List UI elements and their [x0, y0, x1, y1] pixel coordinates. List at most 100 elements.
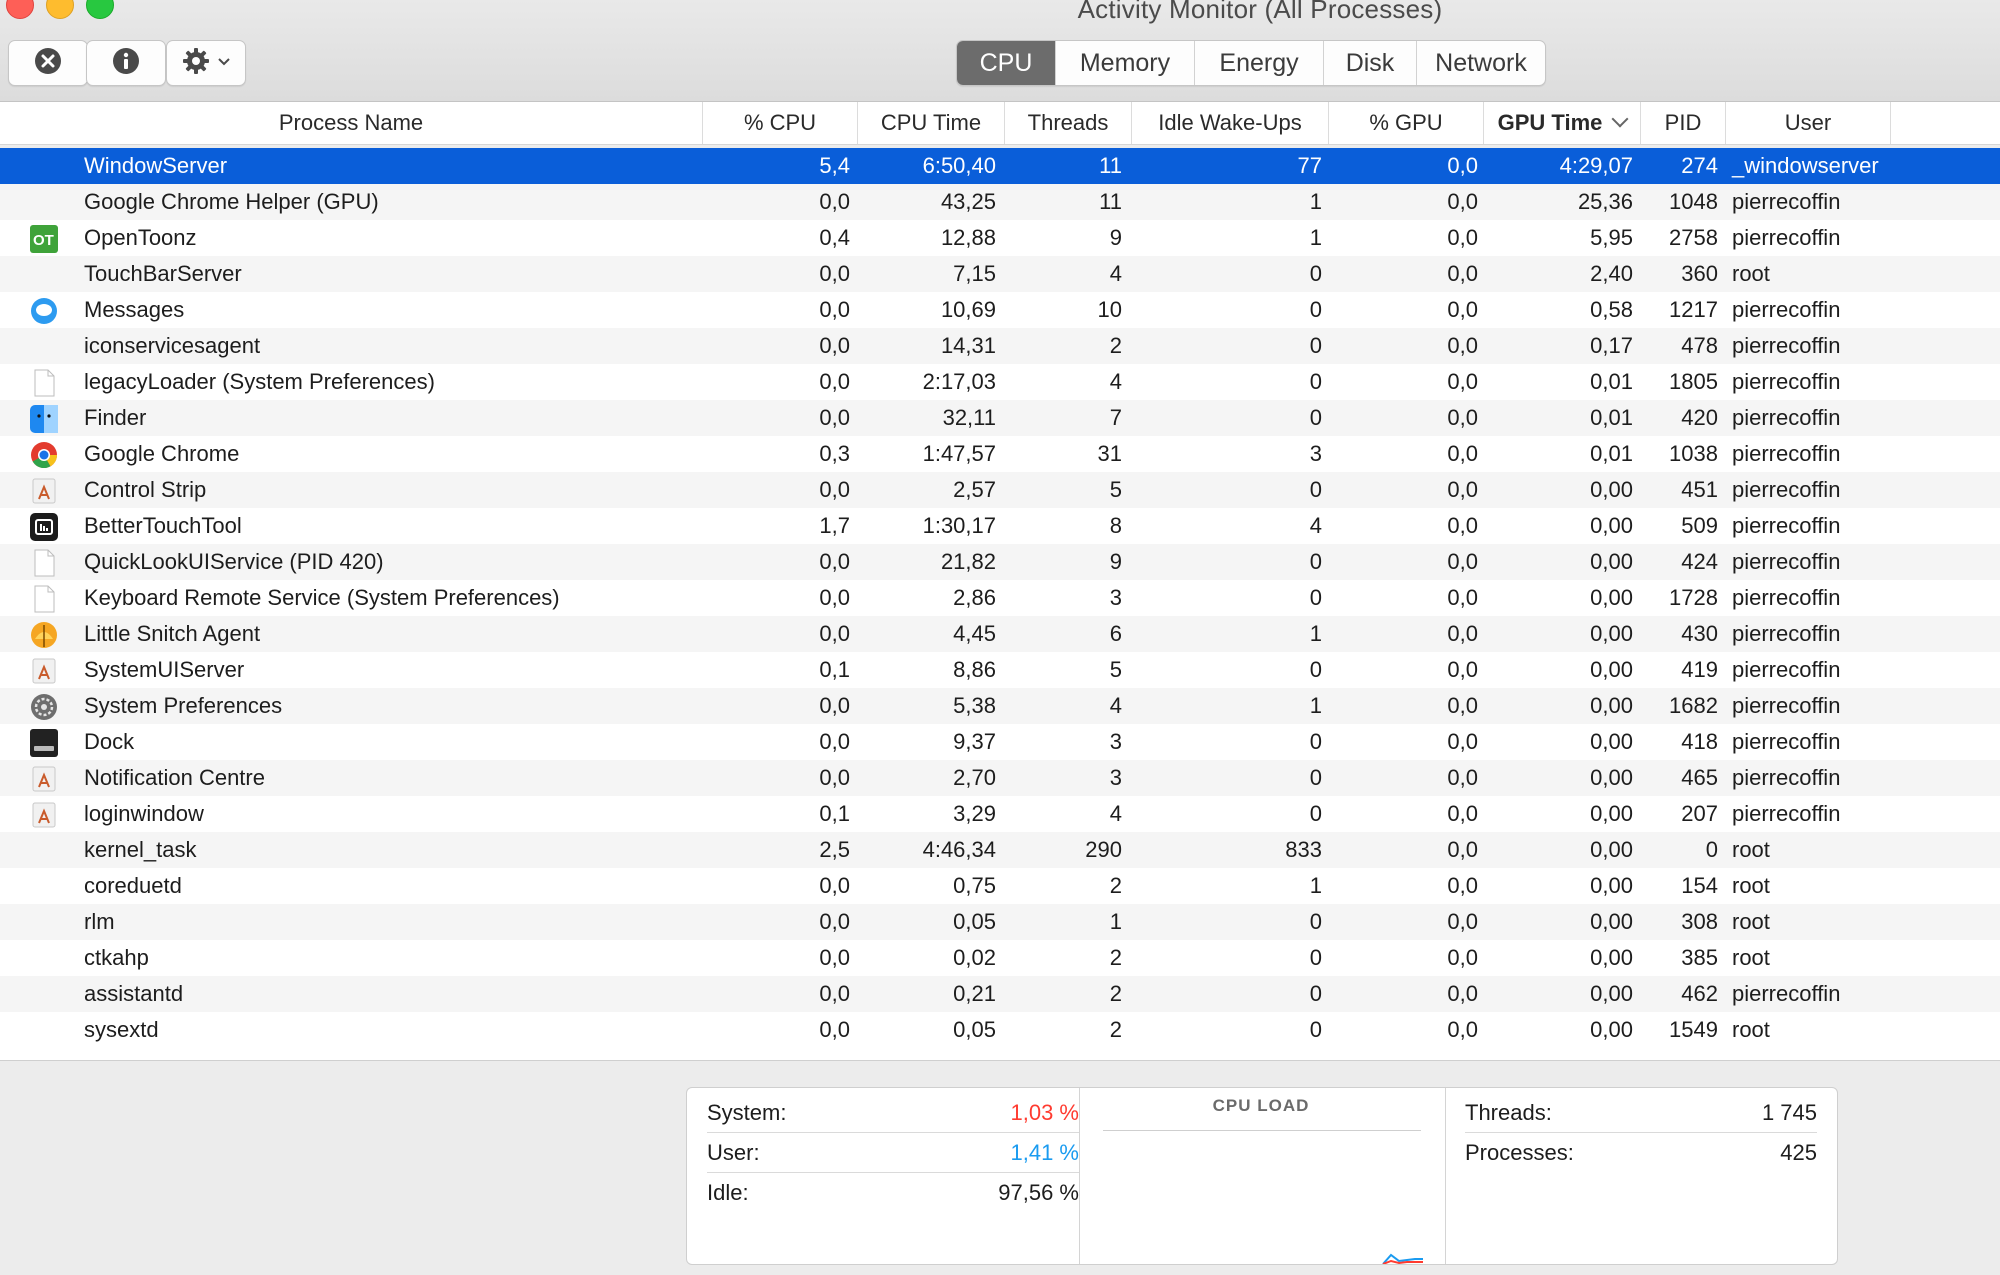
table-row[interactable]: Finder 0,0 32,11 7 0 0,0 0,01 420 pierrecoffin [0, 400, 2000, 436]
system-stat: System: 1,03 % [707, 1094, 1079, 1133]
table-row[interactable]: SystemUIServer 0,1 8,86 5 0 0,0 0,00 419 pierrec… [0, 652, 2000, 688]
app-icon [30, 801, 58, 829]
table-row[interactable]: Messages 0,0 10,69 10 0 0,0 0,58 1217 pierrecoff… [0, 292, 2000, 328]
table-row[interactable]: rlm 0,0 0,05 1 0 0,0 0,00 308 root [0, 904, 2000, 940]
cpu-time-cell: 43,25 [940, 189, 996, 214]
table-row[interactable]: sysextd 0,0 0,05 2 0 0,0 0,00 1549 root [0, 1012, 2000, 1048]
cpu-time-cell: 2,57 [953, 477, 996, 502]
action-menu-button[interactable] [166, 40, 246, 86]
table-row[interactable]: OT OpenToonz 0,4 12,88 9 1 0,0 5,95 2758 pierreco… [0, 220, 2000, 256]
table-row[interactable]: iconservicesagent 0,0 14,31 2 0 0,0 0,17 478 pie… [0, 328, 2000, 364]
gpu-time-cell: 0,00 [1590, 549, 1633, 574]
cpu-time-cell: 4,45 [953, 621, 996, 646]
tab-energy[interactable]: Energy [1194, 41, 1323, 85]
gpu-time-cell: 0,00 [1590, 657, 1633, 682]
table-row[interactable]: Little Snitch Agent 0,0 4,45 6 1 0,0 0,00 430 pi… [0, 616, 2000, 652]
table-row[interactable]: loginwindow 0,1 3,29 4 0 0,0 0,00 207 pierrecoff… [0, 796, 2000, 832]
cpu-cell: 0,0 [819, 981, 850, 1006]
tab-disk[interactable]: Disk [1323, 41, 1416, 85]
cpu-cell: 2,5 [819, 837, 850, 862]
user-cell: root [1732, 873, 1770, 898]
pid-cell: 207 [1681, 801, 1718, 826]
cpu-cell: 0,0 [819, 189, 850, 214]
table-row[interactable]: TouchBarServer 0,0 7,15 4 0 0,0 2,40 360 root [0, 256, 2000, 292]
gpu-time-cell: 0,00 [1590, 585, 1633, 610]
pid-cell: 274 [1681, 153, 1718, 178]
column-gpu[interactable]: % GPU [1329, 102, 1484, 144]
threads-cell: 2 [1109, 873, 1122, 898]
column-cpu-time[interactable]: CPU Time [858, 102, 1005, 144]
pid-cell: 478 [1681, 333, 1718, 358]
idle-wakeups-cell: 1 [1309, 693, 1322, 718]
column-threads[interactable]: Threads [1005, 102, 1132, 144]
user-cell: pierrecoffin [1732, 189, 1841, 214]
table-row[interactable]: System Preferences 0,0 5,38 4 1 0,0 0,00 1682 pi… [0, 688, 2000, 724]
process-name-cell: Little Snitch Agent [84, 621, 261, 646]
column-gpu-time-label: GPU Time [1497, 110, 1603, 135]
user-cell: pierrecoffin [1732, 225, 1841, 250]
pid-cell: 385 [1681, 945, 1718, 970]
table-row[interactable]: coreduetd 0,0 0,75 2 1 0,0 0,00 154 root [0, 868, 2000, 904]
table-row[interactable]: Notification Centre 0,0 2,70 3 0 0,0 0,00 465 pi… [0, 760, 2000, 796]
table-row[interactable]: assistantd 0,0 0,21 2 0 0,0 0,00 462 pierrecoffi… [0, 976, 2000, 1012]
table-row[interactable]: ctkahp 0,0 0,02 2 0 0,0 0,00 385 root [0, 940, 2000, 976]
column-pid[interactable]: PID [1641, 102, 1726, 144]
inspect-process-button[interactable] [86, 40, 166, 86]
gpu-cell: 0,0 [1447, 909, 1478, 934]
process-table[interactable]: WindowServer 5,4 6:50,40 11 77 0,0 4:29,07 274 _… [0, 148, 2000, 1060]
tab-cpu[interactable]: CPU [957, 41, 1055, 85]
cpu-cell: 0,0 [819, 693, 850, 718]
idle-label: Idle: [707, 1180, 749, 1205]
column-process-name[interactable]: Process Name [0, 102, 703, 144]
info-icon [111, 46, 141, 81]
threads-cell: 2 [1109, 945, 1122, 970]
process-name-cell: Messages [84, 297, 185, 322]
column-gpu-time[interactable]: GPU Time [1484, 102, 1641, 144]
table-row[interactable]: Google Chrome 0,3 1:47,57 31 3 0,0 0,01 1038 pie… [0, 436, 2000, 472]
threads-cell: 3 [1109, 729, 1122, 754]
table-row[interactable]: Google Chrome Helper (GPU) 0,0 43,25 11 1 0,0… [0, 184, 2000, 220]
tab-network[interactable]: Network [1416, 41, 1545, 85]
activity-monitor-window: Activity Monitor (All Processes) CPU Mem… [0, 0, 2000, 1275]
gpu-cell: 0,0 [1447, 477, 1478, 502]
idle-wakeups-cell: 0 [1309, 297, 1322, 322]
bettertouchtool-icon [30, 513, 58, 541]
process-name-cell: OpenToonz [84, 225, 197, 250]
column-idle-wakeups[interactable]: Idle Wake-Ups [1132, 102, 1329, 144]
sysprefs-icon [30, 693, 58, 721]
gpu-cell: 0,0 [1447, 873, 1478, 898]
user-cell: pierrecoffin [1732, 765, 1841, 790]
table-row[interactable]: WindowServer 5,4 6:50,40 11 77 0,0 4:29,07 274 _… [0, 148, 2000, 184]
cpu-cell: 0,0 [819, 369, 850, 394]
cpu-time-cell: 9,37 [953, 729, 996, 754]
gpu-time-cell: 0,00 [1590, 873, 1633, 898]
table-row[interactable]: QuickLookUIService (PID 420) 0,0 21,82 9 0 0,… [0, 544, 2000, 580]
littlesnitch-icon [30, 621, 58, 649]
table-row[interactable]: legacyLoader (System Preferences) 0,0 2:17… [0, 364, 2000, 400]
idle-wakeups-cell: 0 [1309, 405, 1322, 430]
gpu-time-cell: 4:29,07 [1559, 153, 1633, 178]
gpu-cell: 0,0 [1447, 765, 1478, 790]
table-row[interactable]: Keyboard Remote Service (System Preferen… [0, 580, 2000, 616]
idle-wakeups-cell: 0 [1309, 657, 1322, 682]
gpu-time-cell: 0,00 [1590, 945, 1633, 970]
pid-cell: 1805 [1669, 369, 1718, 394]
table-row[interactable]: Dock 0,0 9,37 3 0 0,0 0,00 418 pierrecoffin [0, 724, 2000, 760]
threads-cell: 4 [1109, 693, 1122, 718]
table-row[interactable]: Control Strip 0,0 2,57 5 0 0,0 0,00 451 pierreco… [0, 472, 2000, 508]
cpu-time-cell: 0,21 [953, 981, 996, 1006]
stop-process-button[interactable] [8, 40, 88, 86]
column-user[interactable]: User [1726, 102, 1891, 144]
user-cell: pierrecoffin [1732, 513, 1841, 538]
pid-cell: 1728 [1669, 585, 1718, 610]
table-row[interactable]: BetterTouchTool 1,7 1:30,17 8 4 0,0 0,00 509 pie… [0, 508, 2000, 544]
tab-memory[interactable]: Memory [1055, 41, 1194, 85]
user-cell: pierrecoffin [1732, 549, 1841, 574]
pid-cell: 462 [1681, 981, 1718, 1006]
window-title: Activity Monitor (All Processes) [1077, 0, 1443, 24]
process-name-cell: Control Strip [84, 477, 207, 502]
column-cpu[interactable]: % CPU [703, 102, 858, 144]
user-cell: pierrecoffin [1732, 441, 1841, 466]
threads-cell: 11 [1099, 153, 1122, 178]
table-row[interactable]: kernel_task 2,5 4:46,34 290 833 0,0 0,00 0 root [0, 832, 2000, 868]
